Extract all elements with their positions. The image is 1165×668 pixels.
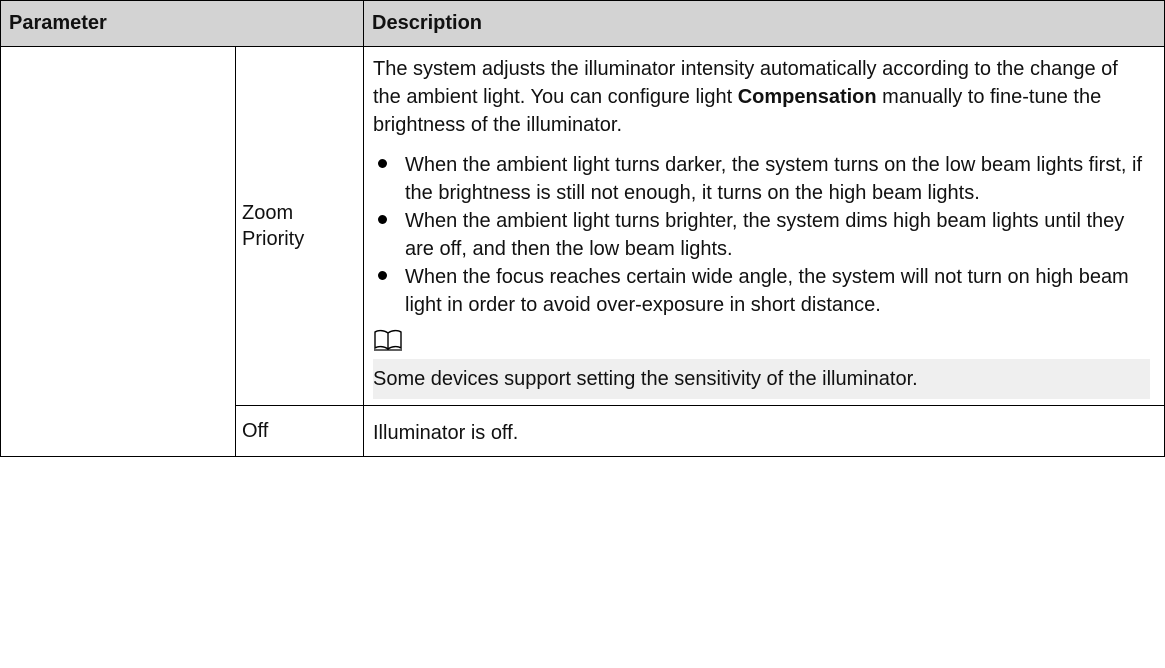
document-page: Parameter Description Zoom Priority The …: [0, 0, 1165, 668]
bullet-dot-icon: [378, 215, 387, 224]
table-row: Zoom Priority The system adjusts the ill…: [0, 46, 1165, 457]
sub-parameter-cell: Zoom Priority: [235, 46, 364, 406]
list-item-text: When the ambient light turns brighter, t…: [405, 210, 1125, 260]
bullet-list: When the ambient light turns darker, the…: [373, 151, 1150, 319]
description-off: Illuminator is off.: [363, 405, 1165, 457]
sub-parameter-zoom: Zoom: [242, 202, 294, 224]
header-parameter: Parameter: [0, 0, 364, 47]
list-item-text: When the ambient light turns darker, the…: [405, 154, 1143, 204]
list-item: When the ambient light turns brighter, t…: [373, 207, 1150, 263]
parameter-cell: [0, 46, 236, 457]
bullet-dot-icon: [378, 271, 387, 280]
sub-parameter-priority: Priority: [242, 228, 305, 250]
list-item: When the ambient light turns darker, the…: [373, 151, 1150, 207]
description-cell: The system adjusts the illuminator inten…: [363, 46, 1165, 406]
description-intro: The system adjusts the illuminator inten…: [373, 55, 1150, 139]
book-icon: [374, 329, 402, 351]
bullet-dot-icon: [378, 159, 387, 168]
sub-parameter-off: Off: [235, 405, 364, 457]
parameter-table: Parameter Description Zoom Priority The …: [0, 0, 1165, 457]
list-item: When the focus reaches certain wide angl…: [373, 263, 1150, 319]
header-description: Description: [363, 0, 1165, 47]
table-header-row: Parameter Description: [0, 0, 1165, 47]
intro-bold-term: Compensation: [737, 86, 877, 108]
note-box: Some devices support setting the sensiti…: [373, 359, 1150, 399]
list-item-text: When the focus reaches certain wide angl…: [405, 266, 1129, 316]
